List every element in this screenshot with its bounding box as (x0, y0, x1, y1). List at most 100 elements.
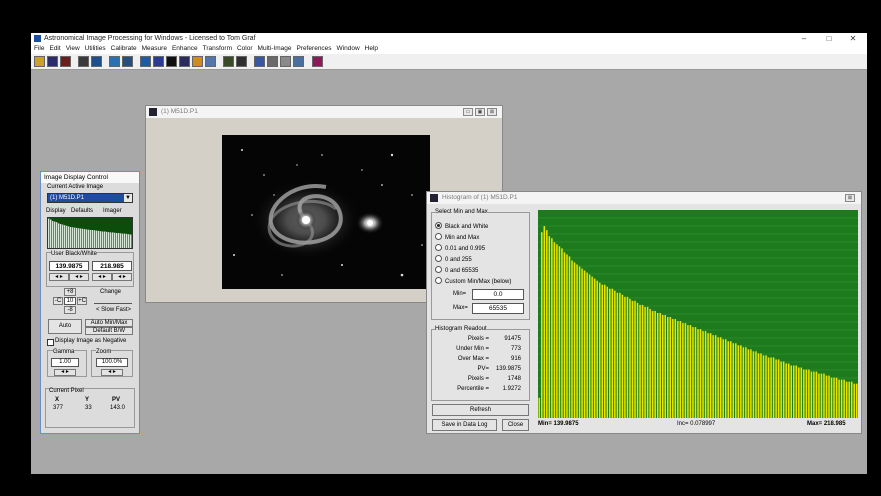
menu-bar: File Edit View Utilities Calibrate Measure Enh… (31, 44, 867, 54)
gamma-stepper[interactable]: ◂ ▸ (54, 369, 76, 376)
pixel-icon[interactable] (192, 56, 203, 67)
radio-black-white[interactable] (435, 222, 442, 229)
grid-icon[interactable] (205, 56, 216, 67)
histogram-close-text-button[interactable]: Close (502, 419, 529, 431)
black-decrement-button[interactable]: ◂ ▸ (49, 273, 69, 281)
menu-enhance[interactable]: Enhance (172, 44, 198, 54)
auto-minmax-button[interactable]: Auto Min/Max (85, 319, 133, 327)
chevron-down-icon[interactable]: ▼ (124, 194, 132, 202)
radio-0-255[interactable] (435, 255, 442, 262)
blink-icon[interactable] (236, 56, 247, 67)
zoom-stepper[interactable]: ◂ ▸ (101, 369, 123, 376)
histogram-bar (543, 226, 546, 418)
menu-window[interactable]: Window (337, 44, 360, 54)
histogram-plot[interactable] (538, 210, 858, 418)
option-min-max[interactable]: Min and Max (435, 233, 479, 241)
readout-pv-label: PV= (477, 366, 489, 372)
filter-icon[interactable] (223, 56, 234, 67)
change-speed-slider[interactable] (94, 299, 132, 304)
black-value-field[interactable]: 139.9875 (49, 261, 89, 271)
mosaic-icon[interactable] (280, 56, 291, 67)
galaxy-image[interactable] (222, 135, 430, 289)
menu-transform[interactable]: Transform (203, 44, 232, 54)
copy-image-icon[interactable] (78, 56, 89, 67)
close-button[interactable]: ✕ (842, 33, 864, 44)
save-in-data-log-button[interactable]: Save in Data Log (432, 419, 497, 431)
plus-c-button[interactable]: +C (77, 297, 87, 305)
option-0-65535[interactable]: 0 and 65535 (435, 266, 478, 274)
tab-display[interactable]: Display (46, 208, 66, 214)
zoom-field[interactable]: 100.0% (96, 358, 128, 367)
histogram-bar (697, 329, 699, 418)
radio-custom[interactable] (435, 277, 442, 284)
minus-c-button[interactable]: -C (53, 297, 63, 305)
menu-help[interactable]: Help (365, 44, 378, 54)
step-value-field[interactable]: 10 (64, 297, 76, 305)
active-image-value: (1) M51D.P1 (50, 195, 85, 201)
option-0-255[interactable]: 0 and 255 (435, 255, 472, 263)
option-001-0995[interactable]: 0.01 and 0.995 (435, 244, 485, 252)
max-field[interactable]: 65535 (472, 303, 524, 314)
mini-histogram-bar (106, 231, 108, 248)
save-as-icon[interactable] (60, 56, 71, 67)
menu-multi-image[interactable]: Multi-Image (258, 44, 292, 54)
histogram-bar (714, 335, 717, 418)
menu-color[interactable]: Color (237, 44, 253, 54)
image-maximize-button[interactable]: ▣ (475, 108, 485, 116)
histogram-bar (730, 341, 732, 418)
histogram-bar (850, 381, 853, 418)
radio-min-max[interactable] (435, 233, 442, 240)
histogram-bar (795, 365, 798, 418)
mini-histogram-bar (94, 230, 96, 248)
save-icon[interactable] (47, 56, 58, 67)
select-minmax-label: Select Min and Max (435, 209, 488, 215)
minimize-button[interactable]: – (793, 33, 815, 44)
radio-0-65535[interactable] (435, 266, 442, 273)
stack-icon[interactable] (267, 56, 278, 67)
option-black-white[interactable]: Black and White (435, 222, 488, 230)
refresh-button[interactable]: Refresh (432, 404, 529, 416)
histogram-window-icon (430, 194, 438, 202)
active-image-select[interactable]: (1) M51D.P1 ▼ (47, 193, 133, 203)
menu-file[interactable]: File (34, 44, 44, 54)
min-field[interactable]: 0.0 (472, 289, 524, 300)
measure-icon[interactable] (293, 56, 304, 67)
histogram-close-button[interactable]: ⊠ (845, 194, 855, 202)
monitor-icon[interactable] (153, 56, 164, 67)
print-icon[interactable] (91, 56, 102, 67)
align-icon[interactable] (254, 56, 265, 67)
tab-imager[interactable]: Imager (103, 208, 122, 214)
display-icon[interactable] (140, 56, 151, 67)
gamma-field[interactable]: 1.00 (51, 358, 79, 367)
color-icon[interactable] (312, 56, 323, 67)
menu-preferences[interactable]: Preferences (297, 44, 332, 54)
negative-checkbox[interactable] (47, 339, 54, 346)
image-window-icon (149, 108, 157, 116)
black-increment-button[interactable]: ◂ ▸ (69, 273, 89, 281)
menu-measure[interactable]: Measure (142, 44, 167, 54)
mini-histogram-bar (110, 232, 112, 248)
auto-button[interactable]: Auto (48, 319, 82, 334)
white-decrement-button[interactable]: ◂ ▸ (92, 273, 112, 281)
open-folder-icon[interactable] (34, 56, 45, 67)
image-close-button[interactable]: ⊠ (487, 108, 497, 116)
radio-001-0995[interactable] (435, 244, 442, 251)
galaxy-icon[interactable] (179, 56, 190, 67)
image-minimize-button[interactable]: ▭ (463, 108, 473, 116)
menu-view[interactable]: View (66, 44, 80, 54)
curve-icon[interactable] (122, 56, 133, 67)
menu-utilities[interactable]: Utilities (85, 44, 106, 54)
maximize-button[interactable]: □ (818, 33, 840, 44)
menu-calibrate[interactable]: Calibrate (111, 44, 137, 54)
histogram-bar (745, 347, 747, 418)
menu-edit[interactable]: Edit (49, 44, 60, 54)
white-value-field[interactable]: 218.985 (92, 261, 132, 271)
default-bw-button[interactable]: Default B/W (85, 327, 133, 335)
stars-icon[interactable] (166, 56, 177, 67)
histogram-icon[interactable] (109, 56, 120, 67)
plus8-button[interactable]: +8 (64, 288, 76, 296)
white-increment-button[interactable]: ◂ ▸ (112, 273, 132, 281)
option-custom[interactable]: Custom Min/Max (below) (435, 277, 511, 285)
minus8-button[interactable]: -8 (64, 306, 76, 314)
tab-defaults[interactable]: Defaults (71, 208, 93, 214)
